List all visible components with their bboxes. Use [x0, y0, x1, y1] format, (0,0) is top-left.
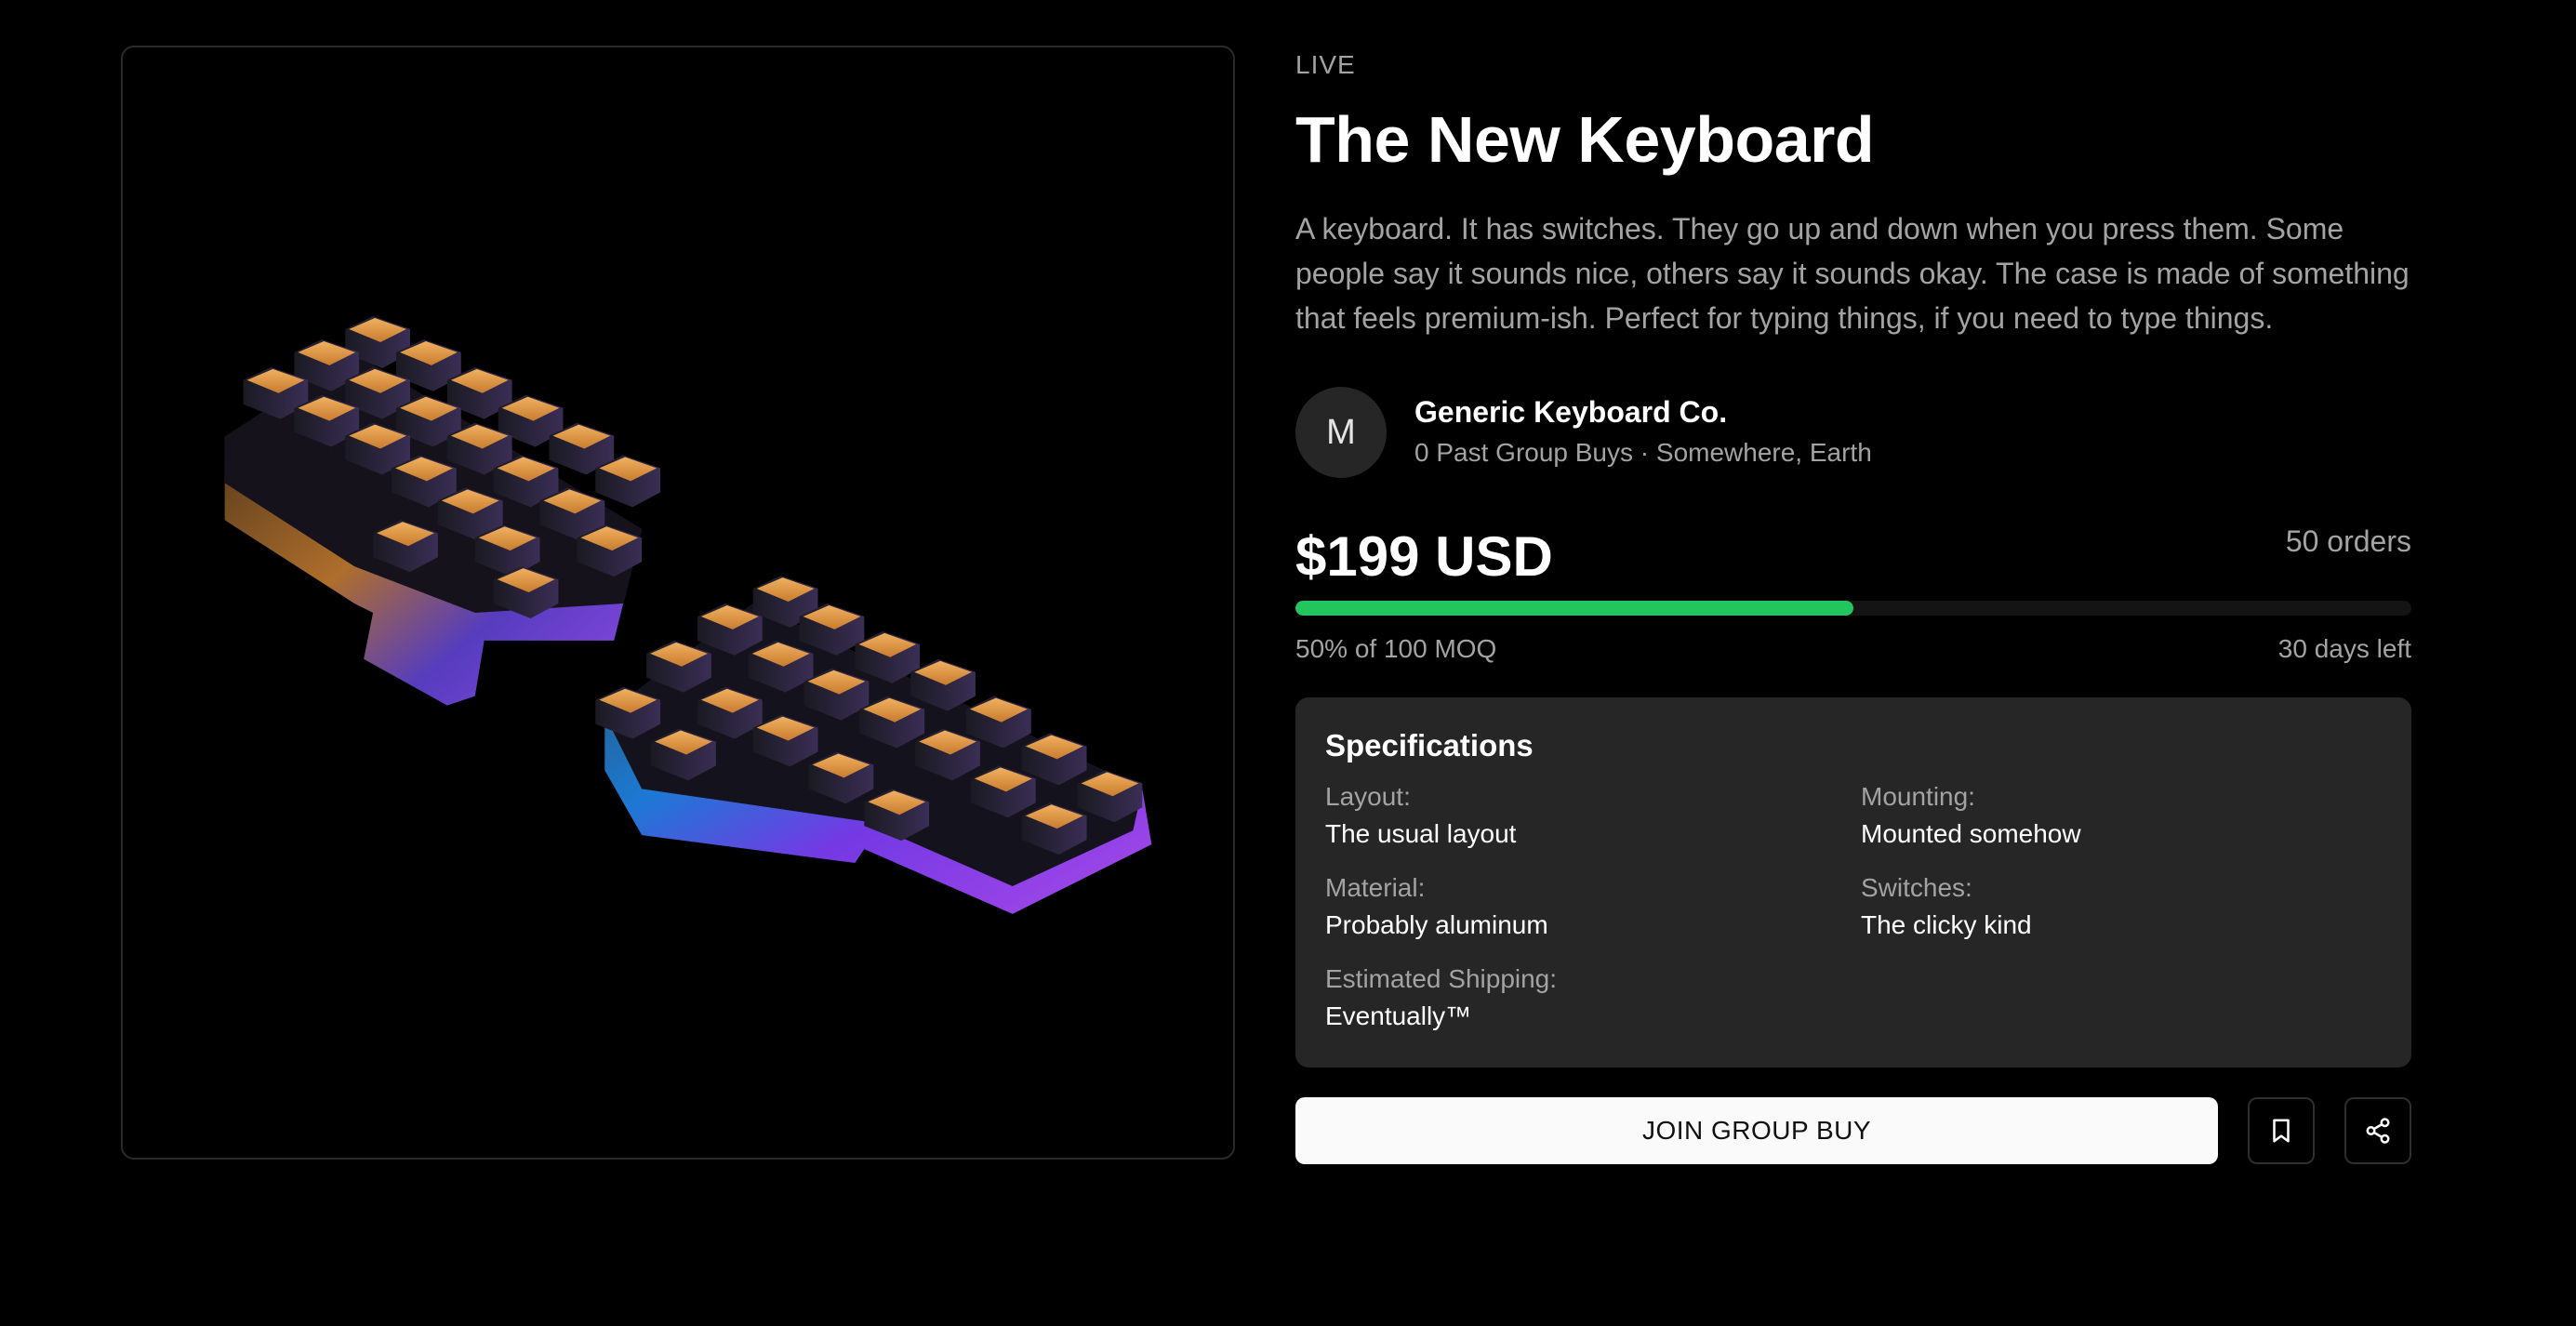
- moq-progress-bar: [1295, 601, 2411, 616]
- progress-meta: 50% of 100 MOQ 30 days left: [1295, 632, 2411, 666]
- join-group-buy-button[interactable]: JOIN GROUP BUY: [1295, 1097, 2218, 1164]
- split-keyboard-render: [224, 316, 1152, 914]
- spec-value: Eventually™: [1325, 1001, 1472, 1030]
- moq-progress-fill: [1295, 601, 1853, 616]
- spec-value: Probably aluminum: [1325, 910, 1548, 939]
- spec-item-switches: Switches: The clicky kind: [1861, 870, 2382, 945]
- moq-text: 50% of 100 MOQ: [1295, 634, 1497, 663]
- days-left: 30 days left: [2277, 634, 2411, 663]
- avatar[interactable]: M: [1295, 387, 1387, 478]
- action-bar: JOIN GROUP BUY: [1295, 1097, 2411, 1164]
- spec-label: Switches:: [1861, 873, 1972, 902]
- spec-label: Material:: [1325, 873, 1426, 902]
- spec-value: The usual layout: [1325, 819, 1517, 848]
- price: $199 USD: [1295, 525, 1553, 588]
- spec-item-mounting: Mounting: Mounted somehow: [1861, 779, 2382, 854]
- seller-card[interactable]: M Generic Keyboard Co. 0 Past Group Buys…: [1295, 387, 2411, 478]
- seller-name[interactable]: Generic Keyboard Co.: [1414, 393, 1872, 431]
- spec-item-layout: Layout: The usual layout: [1325, 779, 1861, 854]
- product-info: LIVE The New Keyboard A keyboard. It has…: [1295, 48, 2411, 1164]
- spec-label: Mounting:: [1861, 782, 1975, 811]
- spec-label: Layout:: [1325, 782, 1411, 811]
- status-badge: LIVE: [1295, 50, 1356, 79]
- price-row: $199 USD 50 orders: [1295, 523, 2411, 591]
- bookmark-button[interactable]: [2248, 1097, 2315, 1164]
- product-image: [121, 46, 1235, 1160]
- product-description: A keyboard. It has switches. They go up …: [1295, 212, 2410, 335]
- spec-item-material: Material: Probably aluminum: [1325, 870, 1861, 945]
- seller-meta: 0 Past Group Buys · Somewhere, Earth: [1414, 438, 1872, 467]
- spec-value: The clicky kind: [1861, 910, 2032, 939]
- order-count: 50 orders: [2285, 524, 2411, 558]
- spec-item-shipping: Estimated Shipping: Eventually™: [1325, 961, 1861, 1036]
- spec-value: Mounted somehow: [1861, 819, 2081, 848]
- spec-label: Estimated Shipping:: [1325, 964, 1558, 993]
- page-title: The New Keyboard: [1295, 103, 1875, 176]
- bookmark-icon: [2273, 1119, 2290, 1143]
- seller-text: Generic Keyboard Co. 0 Past Group Buys ·…: [1414, 393, 1872, 471]
- share-button[interactable]: [2344, 1097, 2411, 1164]
- share-icon: [2366, 1118, 2390, 1144]
- specifications-title: Specifications: [1325, 728, 1534, 762]
- spec-grid: Layout: The usual layout Mounting: Mount…: [1325, 779, 2382, 1036]
- specifications-panel: Specifications Layout: The usual layout …: [1295, 697, 2411, 1067]
